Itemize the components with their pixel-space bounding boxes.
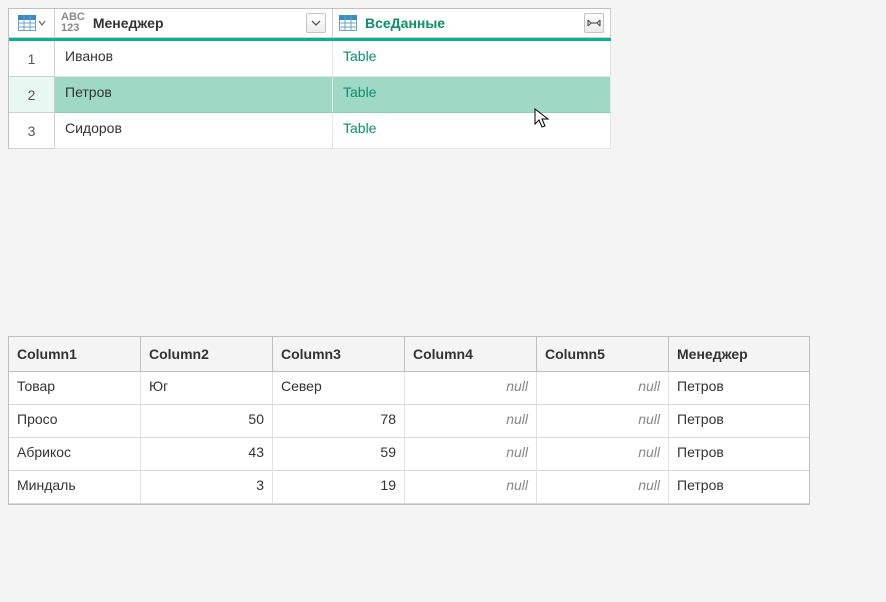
preview-cell[interactable]: null (537, 405, 669, 438)
preview-header: Column1 Column2 Column3 Column4 Column5 … (9, 337, 809, 372)
row-number[interactable]: 1 (9, 41, 55, 77)
preview-col-header[interactable]: Column3 (273, 337, 405, 372)
preview-cell[interactable]: null (405, 372, 537, 405)
preview-cell[interactable]: 3 (141, 471, 273, 504)
preview-cell[interactable]: 78 (273, 405, 405, 438)
cell-table-link[interactable]: Table (333, 77, 611, 113)
preview-cell[interactable]: Петров (669, 471, 809, 504)
preview-cell[interactable]: null (405, 405, 537, 438)
main-grid-header: ABC123 Менеджер ВсеДанные (9, 9, 611, 41)
preview-cell[interactable]: Петров (669, 405, 809, 438)
type-table-icon (339, 15, 357, 31)
chevron-down-icon (311, 18, 321, 28)
preview-cell[interactable]: null (537, 372, 669, 405)
cell-manager[interactable]: Петров (55, 77, 333, 113)
preview-cell[interactable]: Петров (669, 438, 809, 471)
expand-icon (587, 17, 601, 29)
column-header-manager[interactable]: ABC123 Менеджер (55, 9, 333, 38)
preview-cell[interactable]: 43 (141, 438, 273, 471)
preview-col-header[interactable]: Менеджер (669, 337, 809, 372)
chevron-down-icon (38, 15, 46, 31)
preview-cell[interactable]: 59 (273, 438, 405, 471)
preview-col-header[interactable]: Column4 (405, 337, 537, 372)
cell-manager[interactable]: Иванов (55, 41, 333, 77)
column-header-label: Менеджер (93, 15, 164, 31)
preview-table: Column1 Column2 Column3 Column4 Column5 … (8, 336, 810, 505)
table-row[interactable]: Абрикос4359nullnullПетров (9, 438, 809, 471)
table-row[interactable]: Просо5078nullnullПетров (9, 405, 809, 438)
preview-cell[interactable]: Север (273, 372, 405, 405)
cell-table-link[interactable]: Table (333, 113, 611, 149)
preview-cell[interactable]: null (537, 438, 669, 471)
preview-cell[interactable]: Просо (9, 405, 141, 438)
preview-cell[interactable]: null (405, 471, 537, 504)
filter-dropdown-button[interactable] (306, 13, 326, 33)
column-header-label: ВсеДанные (365, 15, 445, 31)
select-all-corner[interactable] (9, 9, 55, 38)
table-icon (18, 15, 36, 31)
expand-column-button[interactable] (584, 13, 604, 33)
preview-cell[interactable]: 19 (273, 471, 405, 504)
preview-cell[interactable]: null (405, 438, 537, 471)
row-number[interactable]: 2 (9, 77, 55, 113)
table-row[interactable]: 2ПетровTable (9, 77, 611, 113)
preview-col-header[interactable]: Column1 (9, 337, 141, 372)
preview-col-header[interactable]: Column5 (537, 337, 669, 372)
main-grid: ABC123 Менеджер ВсеДанные (8, 8, 611, 149)
cell-manager[interactable]: Сидоров (55, 113, 333, 149)
preview-cell[interactable]: Петров (669, 372, 809, 405)
preview-cell[interactable]: 50 (141, 405, 273, 438)
preview-cell[interactable]: Абрикос (9, 438, 141, 471)
row-number[interactable]: 3 (9, 113, 55, 149)
preview-cell[interactable]: null (537, 471, 669, 504)
column-header-alldata[interactable]: ВсеДанные (333, 9, 611, 38)
preview-cell[interactable]: Товар (9, 372, 141, 405)
preview-cell[interactable]: Юг (141, 372, 273, 405)
table-row[interactable]: ТоварЮгСеверnullnullПетров (9, 372, 809, 405)
preview-cell[interactable]: Миндаль (9, 471, 141, 504)
table-row[interactable]: Миндаль319nullnullПетров (9, 471, 809, 504)
table-row[interactable]: 3СидоровTable (9, 113, 611, 149)
cell-table-link[interactable]: Table (333, 41, 611, 77)
type-any-icon: ABC123 (61, 12, 85, 34)
preview-col-header[interactable]: Column2 (141, 337, 273, 372)
table-row[interactable]: 1ИвановTable (9, 41, 611, 77)
